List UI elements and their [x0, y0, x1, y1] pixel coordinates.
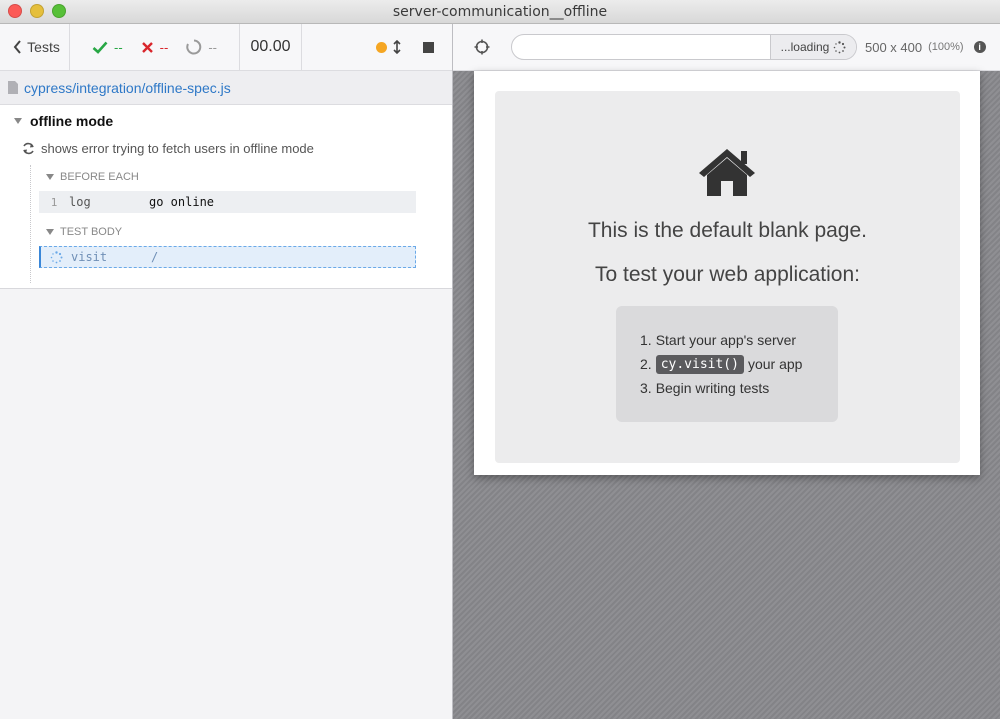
blank-page-subtitle: To test your web application:: [595, 263, 860, 286]
caret-down-icon: [46, 174, 54, 180]
command-message: go online: [149, 195, 215, 209]
step-text: Begin writing tests: [655, 380, 770, 396]
url-input[interactable]: [512, 35, 770, 59]
step-text: Start your app's server: [655, 332, 797, 348]
suite-header[interactable]: offline mode: [14, 113, 113, 129]
crosshairs-icon: [474, 39, 490, 55]
viewport-info: 500 x 400 (100%) i: [865, 40, 986, 55]
window-title: server-communication__offline: [392, 3, 608, 20]
minimize-window-button[interactable]: [30, 4, 44, 18]
home-icon: [699, 149, 755, 196]
step-number: 1.: [640, 332, 652, 348]
arrows-vertical-icon: [393, 40, 401, 54]
pending-stat: --: [186, 39, 217, 55]
spec-file-bar: cypress/integration/offline-spec.js: [0, 71, 452, 105]
caret-down-icon: [14, 118, 22, 124]
spinner-icon: [41, 250, 71, 264]
default-blank-page: This is the default blank page. To test …: [495, 91, 960, 463]
viewport-scale: (100%): [928, 41, 964, 53]
command-log-row[interactable]: 1 log go online: [39, 191, 416, 213]
caret-down-icon: [46, 229, 54, 235]
aut-iframe: This is the default blank page. To test …: [474, 71, 980, 475]
failed-count: --: [159, 39, 169, 55]
step-code: cy.visit(): [655, 354, 744, 374]
test-stats: -- -- --: [70, 24, 240, 70]
steps-list: 1. Start your app's server 2. cy.visit()…: [616, 306, 838, 422]
command-message: /: [151, 250, 159, 264]
step-item: 2. cy.visit() your app: [640, 352, 838, 376]
aut-pane: ...loading 500 x 400 (100%) i This is th…: [452, 24, 1000, 719]
maximize-window-button[interactable]: [52, 4, 66, 18]
reporter-header: Tests -- -- -- 00.00: [0, 24, 452, 71]
spec-file-link[interactable]: cypress/integration/offline-spec.js: [24, 80, 231, 96]
test-runnable: offline mode shows error trying to fetch…: [0, 105, 452, 289]
x-icon: [141, 41, 153, 53]
circle-notch-icon: [186, 39, 202, 55]
url-bar: ...loading: [511, 34, 857, 60]
suite-title: offline mode: [30, 113, 114, 129]
command-name: log: [69, 195, 91, 209]
auto-scroll-toggle[interactable]: [376, 40, 401, 54]
selector-playground-button[interactable]: [453, 39, 511, 55]
duration-timer: 00.00: [240, 24, 302, 70]
aut-header: ...loading 500 x 400 (100%) i: [453, 24, 1000, 71]
spinner-icon: [834, 40, 846, 53]
failed-stat: --: [141, 39, 169, 55]
step-item: 3. Begin writing tests: [640, 376, 838, 400]
run-controls: [302, 24, 452, 70]
window-controls: [8, 4, 66, 18]
file-icon: [8, 81, 18, 94]
stop-button[interactable]: [423, 41, 434, 53]
running-indicator-icon: [376, 41, 387, 53]
passed-stat: --: [92, 40, 123, 55]
command-number: 1: [50, 195, 58, 209]
test-header[interactable]: shows error trying to fetch users in off…: [22, 141, 314, 156]
hook-before-each-header[interactable]: BEFORE EACH: [46, 171, 139, 183]
hooks-guide-line: [30, 165, 31, 283]
window-titlebar: server-communication__offline: [0, 0, 1000, 24]
test-title: shows error trying to fetch users in off…: [41, 141, 314, 156]
viewport-size: 500 x 400: [865, 39, 923, 55]
tests-back-label: Tests: [27, 39, 60, 55]
command-name: visit: [71, 250, 108, 264]
before-each-label: BEFORE EACH: [60, 171, 139, 183]
blank-page-title: This is the default blank page.: [587, 219, 867, 242]
refresh-icon: [23, 142, 34, 155]
close-window-button[interactable]: [8, 4, 22, 18]
reporter-panel: Tests -- -- -- 00.00 cypress/integration…: [0, 24, 452, 719]
chevron-left-icon: [13, 40, 21, 54]
info-icon[interactable]: i: [973, 41, 986, 53]
loading-label: ...loading: [780, 40, 830, 54]
tests-back-button[interactable]: Tests: [0, 24, 70, 70]
hook-test-body-header[interactable]: TEST BODY: [46, 226, 122, 238]
pending-count: --: [208, 39, 217, 55]
step-text: your app: [747, 356, 803, 372]
url-loading-indicator: ...loading: [770, 35, 856, 59]
test-body-label: TEST BODY: [60, 226, 123, 238]
passed-count: --: [113, 39, 123, 55]
step-item: 1. Start your app's server: [640, 328, 838, 352]
step-number: 3.: [640, 380, 652, 396]
step-number: 2.: [640, 356, 652, 372]
command-visit-row[interactable]: visit /: [39, 246, 416, 268]
check-icon: [92, 41, 108, 54]
